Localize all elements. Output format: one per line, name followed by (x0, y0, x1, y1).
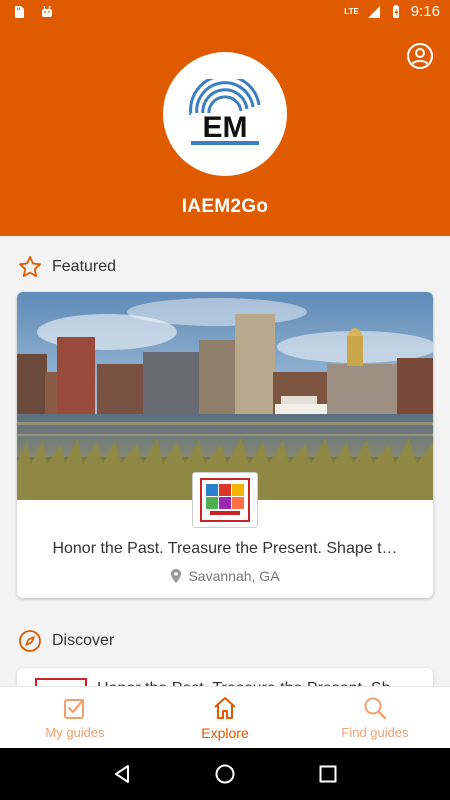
sd-card-icon (15, 6, 24, 18)
status-bar: LTE 9:16 (0, 0, 450, 26)
discover-header: Discover (18, 629, 114, 653)
location-pin-icon (171, 569, 182, 583)
app-header: EM IAEM2Go (0, 26, 450, 236)
featured-guide-title: Honor the Past. Treasure the Present. Sh… (52, 540, 398, 557)
app-title: IAEM2Go (181, 196, 269, 217)
nav-my-guides-label: My guides (45, 725, 105, 740)
system-navigation-bar (0, 748, 450, 800)
checkbox-icon (64, 698, 85, 719)
bottom-navigation: My guides Explore Find guides (0, 686, 450, 748)
home-button-icon[interactable] (214, 763, 236, 785)
nav-explore[interactable]: Explore (150, 687, 300, 748)
nav-find-guides[interactable]: Find guides (300, 687, 450, 748)
android-icon (42, 5, 52, 17)
guide-badge (192, 472, 258, 528)
app-logo: EM (163, 52, 287, 176)
signal-icon (367, 5, 380, 18)
home-icon (214, 696, 236, 719)
search-icon (364, 697, 387, 720)
clock: 9:16 (410, 3, 440, 20)
puzzle-logo-icon (200, 478, 250, 522)
nav-find-guides-label: Find guides (341, 725, 409, 740)
featured-guide-location: Savannah, GA (17, 568, 433, 584)
compass-icon (19, 630, 41, 652)
location-text: Savannah, GA (188, 568, 280, 584)
network-type: LTE (344, 7, 359, 16)
nav-explore-label: Explore (201, 724, 249, 741)
account-icon[interactable] (406, 42, 434, 70)
battery-icon (392, 4, 399, 18)
svg-text:EM: EM (203, 111, 248, 144)
featured-header: Featured (18, 255, 116, 279)
featured-guide-card[interactable]: Honor the Past. Treasure the Present. Sh… (17, 292, 433, 598)
savannah-skyline-image (17, 292, 433, 500)
star-icon (19, 256, 41, 277)
featured-label: Featured (52, 258, 117, 275)
nav-my-guides[interactable]: My guides (0, 687, 150, 748)
em-logo-icon: EM (189, 79, 261, 145)
discover-label: Discover (52, 632, 115, 649)
recents-icon[interactable] (317, 763, 339, 785)
back-icon[interactable] (111, 763, 133, 785)
